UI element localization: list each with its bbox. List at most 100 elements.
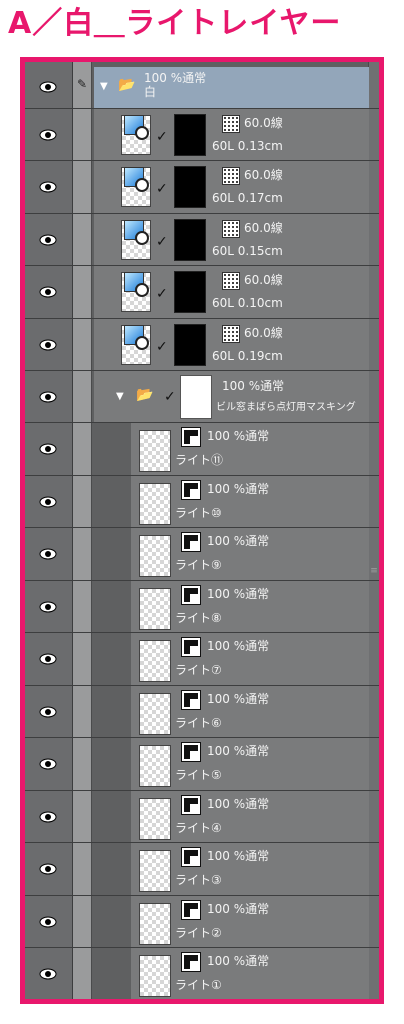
tone-layer-row[interactable]: ✓ 60.0線 60L 0.15cm: [25, 214, 379, 266]
light-layer[interactable]: 100 %通常 ライト②: [131, 896, 369, 947]
light-layer-row[interactable]: 100 %通常 ライト③: [25, 843, 379, 896]
layer-mode: 100 %通常: [207, 849, 270, 863]
eye-icon[interactable]: [39, 81, 57, 93]
light-layer[interactable]: 100 %通常 ライト⑤: [131, 738, 369, 790]
layer-mode: 100 %通常: [207, 639, 270, 653]
checkmark-icon: ✓: [156, 129, 168, 145]
tone-layer-row[interactable]: ✓ 60.0線 60L 0.10cm: [25, 266, 379, 319]
layer-name: ライト④: [175, 821, 222, 835]
eye-icon[interactable]: [39, 968, 57, 980]
checkmark-icon: ✓: [164, 389, 176, 405]
layer-name: ライト②: [175, 926, 222, 940]
layer-mode: 100 %通常: [207, 954, 270, 968]
tone-layer-row[interactable]: ✓ 60.0線 60L 0.13cm: [25, 109, 379, 161]
tone-icon: [222, 325, 240, 343]
layer-mode: 100 %通常: [207, 429, 270, 443]
tone-ruling: 60.0線: [244, 168, 283, 182]
tone-layer[interactable]: ✓ 60.0線 60L 0.17cm: [94, 161, 369, 213]
group-mode: 100 %通常: [144, 71, 207, 85]
light-layer-row[interactable]: 100 %通常 ライト②: [25, 896, 379, 948]
light-layer-row[interactable]: 100 %通常 ライト④: [25, 791, 379, 843]
layer-thumbnail: [139, 640, 171, 682]
layer-name: ライト⑦: [175, 663, 222, 677]
checkmark-icon: ✓: [156, 181, 168, 197]
light-layer[interactable]: 100 %通常 ライト⑩: [131, 476, 369, 527]
layer-group-row-masking[interactable]: ▼ 📂 ✓ 100 %通常 ビル窓まばら点灯用マスキング: [25, 371, 379, 423]
eye-icon[interactable]: [39, 916, 57, 928]
layer-thumbnail: [139, 798, 171, 840]
tone-detail: 60L 0.10cm: [212, 296, 283, 310]
light-layer[interactable]: 100 %通常 ライト⑦: [131, 633, 369, 685]
light-layer-row[interactable]: 100 %通常 ライト⑤: [25, 738, 379, 791]
eye-icon[interactable]: [39, 496, 57, 508]
brush-icon[interactable]: ✎: [77, 77, 87, 91]
layer-thumbnail: [139, 535, 171, 577]
checkmark-icon: ✓: [156, 234, 168, 250]
light-layer-row[interactable]: 100 %通常 ライト⑨: [25, 528, 379, 581]
light-layer[interactable]: 100 %通常 ライト⑪: [131, 423, 369, 475]
eye-icon[interactable]: [39, 339, 57, 351]
tone-icon: [222, 220, 240, 238]
tone-layer[interactable]: ✓ 60.0線 60L 0.10cm: [94, 266, 369, 318]
light-layer[interactable]: 100 %通常 ライト⑥: [131, 686, 369, 737]
light-layer-row[interactable]: 100 %通常 ライト⑥: [25, 686, 379, 738]
collapse-triangle-icon[interactable]: ▼: [100, 81, 108, 92]
layer-mask: [174, 271, 206, 313]
eye-icon[interactable]: [39, 706, 57, 718]
light-layer-row[interactable]: 100 %通常 ライト①: [25, 948, 379, 999]
eye-icon[interactable]: [39, 286, 57, 298]
tone-ruling: 60.0線: [244, 221, 283, 235]
eye-icon[interactable]: [39, 548, 57, 560]
layer-group-header[interactable]: ▼ 📂 100 %通常 白: [94, 67, 369, 108]
layer-group-row-white[interactable]: ✎ ▼ 📂 100 %通常 白: [25, 67, 379, 109]
layer-mode: 100 %通常: [207, 744, 270, 758]
tone-layer[interactable]: ✓ 60.0線 60L 0.19cm: [94, 319, 369, 370]
eye-icon[interactable]: [39, 181, 57, 193]
group-mode: 100 %通常: [222, 379, 285, 393]
layer-mode: 100 %通常: [207, 692, 270, 706]
tone-ruling: 60.0線: [244, 273, 283, 287]
vector-layer-icon: [181, 690, 201, 710]
eye-icon[interactable]: [39, 758, 57, 770]
layer-panel: ≡ ✎ ▼ 📂 100 %通常 白 ✓ 60.0線 60L 0.13cm ✓ 6…: [20, 57, 384, 1004]
layer-mask: [174, 219, 206, 261]
light-layer-row[interactable]: 100 %通常 ライト⑦: [25, 633, 379, 686]
eye-icon[interactable]: [39, 391, 57, 403]
layer-name: ライト⑪: [175, 453, 224, 467]
folder-icon: 📂: [118, 77, 136, 93]
layer-thumbnail: [139, 955, 171, 997]
tone-layer-row[interactable]: ✓ 60.0線 60L 0.19cm: [25, 319, 379, 371]
tone-blue-icon: [124, 272, 149, 297]
light-layer[interactable]: 100 %通常 ライト③: [131, 843, 369, 895]
layer-group-masking[interactable]: ▼ 📂 ✓ 100 %通常 ビル窓まばら点灯用マスキング: [94, 371, 369, 422]
eye-icon[interactable]: [39, 601, 57, 613]
collapse-triangle-icon[interactable]: ▼: [116, 391, 124, 402]
tone-ruling: 60.0線: [244, 116, 283, 130]
eye-icon[interactable]: [39, 653, 57, 665]
tone-layer[interactable]: ✓ 60.0線 60L 0.13cm: [94, 109, 369, 160]
light-layer-row[interactable]: 100 %通常 ライト⑪: [25, 423, 379, 476]
group-thumbnail: [180, 375, 212, 419]
eye-icon[interactable]: [39, 129, 57, 141]
tone-layer-row[interactable]: ✓ 60.0線 60L 0.17cm: [25, 161, 379, 214]
tone-detail: 60L 0.17cm: [212, 191, 283, 205]
vector-layer-icon: [181, 427, 201, 447]
light-layer[interactable]: 100 %通常 ライト④: [131, 791, 369, 842]
layer-mode: 100 %通常: [207, 587, 270, 601]
light-layer[interactable]: 100 %通常 ライト⑨: [131, 528, 369, 580]
light-layer-row[interactable]: 100 %通常 ライト⑩: [25, 476, 379, 528]
eye-icon[interactable]: [39, 811, 57, 823]
light-layer[interactable]: 100 %通常 ライト⑧: [131, 581, 369, 632]
layer-mode: 100 %通常: [207, 482, 270, 496]
light-layer-row[interactable]: 100 %通常 ライト⑧: [25, 581, 379, 633]
eye-icon[interactable]: [39, 234, 57, 246]
layer-thumbnail: [139, 483, 171, 525]
folder-icon: 📂: [136, 387, 154, 403]
light-layer[interactable]: 100 %通常 ライト①: [131, 948, 369, 999]
tone-detail: 60L 0.13cm: [212, 139, 283, 153]
layer-name: ライト⑩: [175, 506, 222, 520]
eye-icon[interactable]: [39, 443, 57, 455]
eye-icon[interactable]: [39, 863, 57, 875]
layer-mask: [174, 324, 206, 366]
tone-layer[interactable]: ✓ 60.0線 60L 0.15cm: [94, 214, 369, 265]
